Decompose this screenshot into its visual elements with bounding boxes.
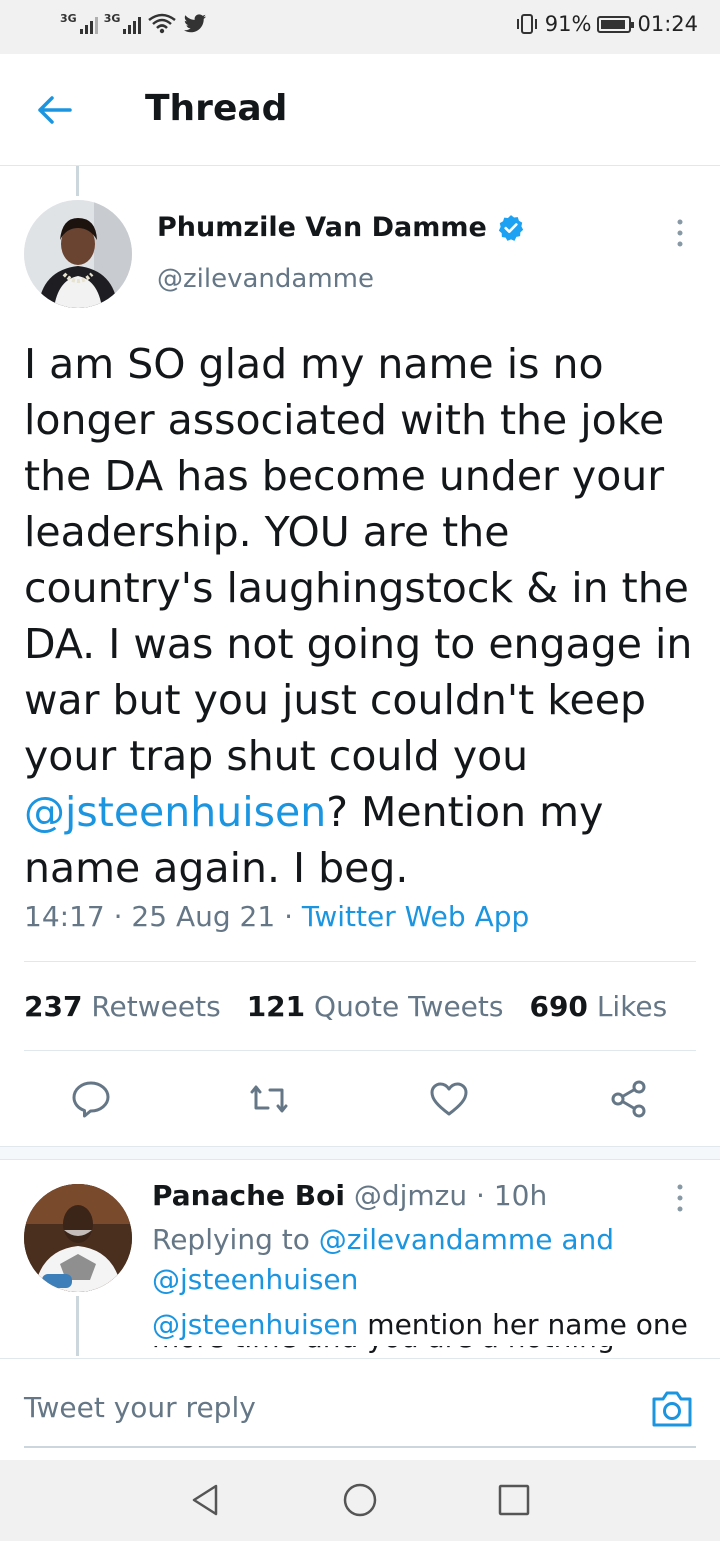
reply-text-overflow: more time and you are a nothing [152, 1346, 692, 1358]
thread-connector-bottom [76, 1296, 79, 1356]
tweet-mention-link[interactable]: @jsteenhuisen [24, 788, 326, 836]
more-vertical-icon[interactable] [674, 218, 686, 248]
nav-back-icon[interactable] [188, 1482, 224, 1518]
more-vertical-icon[interactable] [674, 1183, 686, 1213]
reply-author-handle[interactable]: @djmzu [354, 1179, 467, 1212]
status-right: 91% 01:24 [515, 12, 698, 36]
replying-to-mention-2[interactable]: @jsteenhuisen [152, 1263, 358, 1296]
nav-home-icon[interactable] [342, 1482, 378, 1518]
avatar-image [24, 200, 132, 308]
reply-input[interactable]: Tweet your reply [24, 1391, 256, 1424]
reply-avatar-image [24, 1184, 132, 1292]
signal-1-icon: 3G [60, 12, 98, 34]
reply-header: Panache Boi @djmzu · 10h [152, 1179, 547, 1212]
retweets-label: Retweets [91, 990, 221, 1023]
retweets-stat[interactable]: 237 Retweets [24, 990, 221, 1023]
replying-to-and: and [561, 1223, 615, 1256]
author-name-row[interactable]: Phumzile Van Damme [157, 212, 525, 243]
reply-author-name[interactable]: Panache Boi [152, 1179, 345, 1212]
tweet-text-body: I am SO glad my name is no longer associ… [24, 340, 693, 780]
author-handle[interactable]: @zilevandamme [157, 264, 374, 294]
back-arrow-icon[interactable] [34, 90, 74, 130]
quotes-stat[interactable]: 121 Quote Tweets [247, 990, 504, 1023]
tweet-source[interactable]: Twitter Web App [302, 900, 529, 933]
retweet-icon[interactable] [248, 1078, 290, 1120]
reply-time: 10h [493, 1179, 548, 1212]
reply-avatar[interactable] [24, 1184, 132, 1292]
signal-2-icon: 3G [104, 12, 142, 34]
share-icon[interactable] [608, 1078, 650, 1120]
battery-percent: 91% [544, 12, 592, 36]
vibrate-icon [516, 14, 537, 34]
status-left: 3G 3G [60, 12, 207, 34]
network-type-1: 3G [60, 12, 77, 25]
divider [24, 961, 696, 962]
replying-to-mention-1[interactable]: @zilevandamme [319, 1223, 553, 1256]
thread-header: Thread [0, 54, 720, 166]
quotes-count: 121 [246, 990, 306, 1023]
retweets-count: 237 [24, 990, 83, 1023]
reply-mention-link[interactable]: @jsteenhuisen [152, 1308, 358, 1341]
thread-connector-top [76, 166, 79, 196]
meta-separator: · [284, 900, 302, 933]
replying-to-label: Replying to [152, 1223, 310, 1256]
page-title: Thread [145, 88, 288, 129]
network-type-2: 3G [103, 12, 121, 25]
section-separator [0, 1146, 720, 1160]
twitter-bird-icon [184, 14, 207, 33]
likes-stat[interactable]: 690 Likes [529, 990, 667, 1023]
input-underline [24, 1446, 696, 1448]
tweet-date: 25 Aug 21 [131, 900, 276, 933]
battery-icon [597, 15, 635, 33]
tweet-stats: 237 Retweets 121 Quote Tweets 690 Likes [24, 990, 667, 1023]
wifi-icon [148, 13, 177, 34]
likes-count: 690 [529, 990, 588, 1023]
nav-recents-icon[interactable] [496, 1482, 532, 1518]
reply-composer: Tweet your reply [0, 1358, 720, 1460]
author-name[interactable]: Phumzile Van Damme [157, 212, 487, 243]
reply-text-cut: more time and you are a nothing [152, 1346, 692, 1358]
clock: 01:24 [637, 12, 698, 36]
tweet-text: I am SO glad my name is no longer associ… [24, 336, 704, 896]
reply-text: @jsteenhuisen mention her name one [152, 1305, 692, 1345]
tweet-time: 14:17 [24, 900, 105, 933]
system-nav-bar [0, 1460, 720, 1541]
meta-separator: · [467, 1179, 494, 1212]
camera-icon[interactable] [650, 1389, 694, 1429]
reply-icon[interactable] [70, 1078, 112, 1120]
status-bar: 3G 3G 91% 01:24 [0, 0, 720, 54]
verified-badge-icon [498, 214, 523, 241]
tweet-meta: 14:17 · 25 Aug 21 · Twitter Web App [24, 900, 529, 933]
meta-separator: · [113, 900, 132, 933]
likes-label: Likes [596, 990, 668, 1023]
replying-to: Replying to @zilevandamme and @jsteenhuis… [152, 1220, 672, 1300]
divider [24, 1050, 696, 1051]
avatar[interactable] [24, 200, 132, 308]
quotes-label: Quote Tweets [314, 990, 504, 1023]
reply-text-body: mention her name one [358, 1308, 688, 1341]
heart-icon[interactable] [428, 1078, 470, 1120]
